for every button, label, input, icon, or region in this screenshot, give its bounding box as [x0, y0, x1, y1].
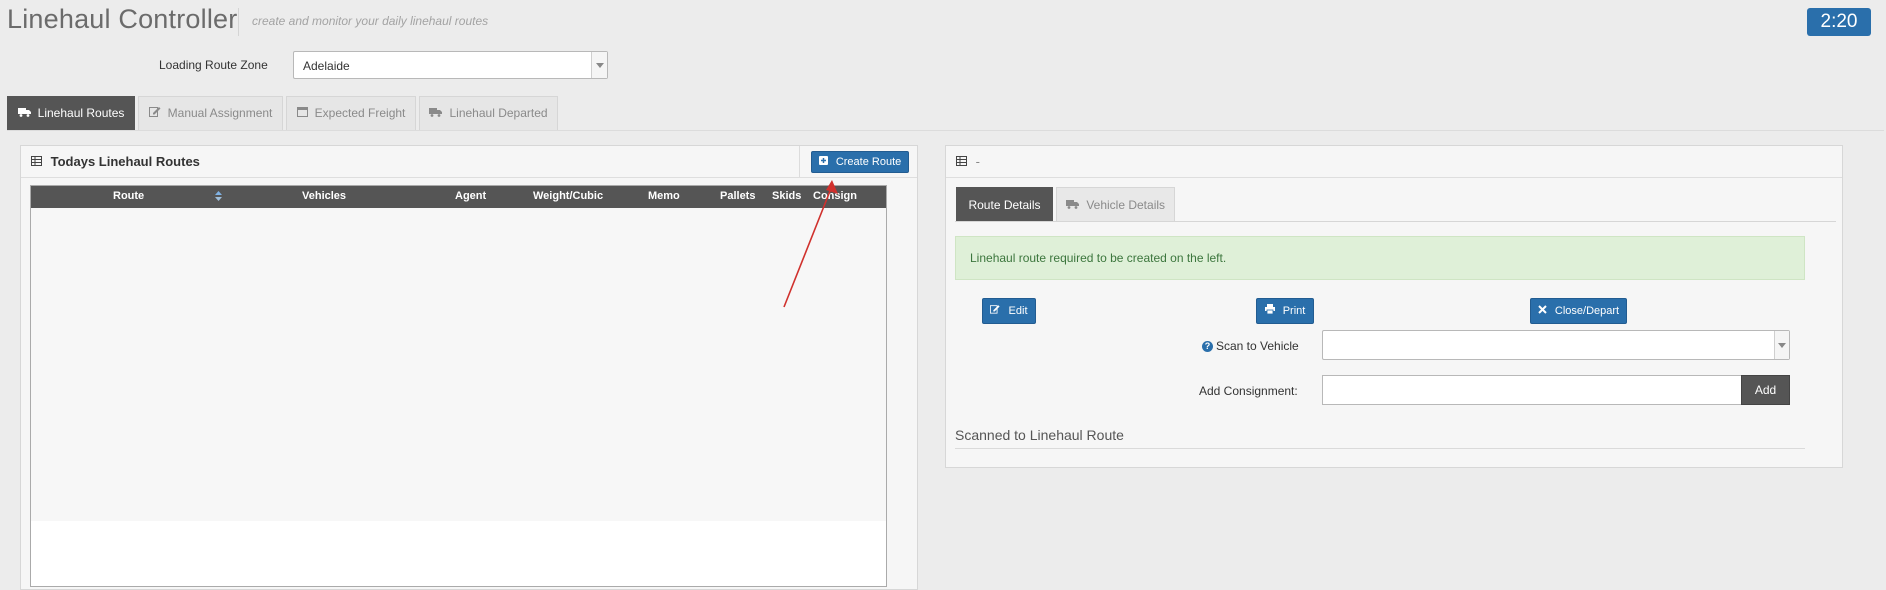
zone-label: Loading Route Zone [159, 58, 268, 72]
scan-to-vehicle-label: ? Scan to Vehicle [1202, 339, 1299, 353]
tab-label: Manual Assignment [167, 106, 273, 120]
zone-select[interactable]: Adelaide [293, 51, 608, 79]
tab-route-details[interactable]: Route Details [956, 187, 1053, 222]
chevron-down-icon [596, 63, 604, 68]
column-header-pallets[interactable]: Pallets [720, 190, 755, 202]
scan-select-arrow[interactable] [1774, 331, 1789, 359]
column-header-weight-cubic[interactable]: Weight/Cubic [533, 190, 603, 202]
close-icon [1538, 305, 1550, 317]
page-subtitle: create and monitor your daily linehaul r… [252, 14, 489, 28]
tab-vehicle-details[interactable]: Vehicle Details [1056, 187, 1175, 222]
edit-button-label: Edit [1008, 305, 1028, 317]
scanned-section-title: Scanned to Linehaul Route [955, 427, 1124, 443]
scanned-section-divider [955, 448, 1805, 449]
tab-expected-freight[interactable]: Expected Freight [286, 96, 416, 130]
truck-icon [1065, 198, 1082, 212]
route-details-panel-title: - [956, 154, 980, 169]
create-route-button[interactable]: Create Route [811, 151, 909, 173]
zone-select-arrow[interactable] [591, 52, 607, 78]
scan-label-text: Scan to Vehicle [1216, 339, 1299, 353]
column-header-vehicles[interactable]: Vehicles [302, 190, 346, 202]
tab-label: Linehaul Departed [449, 106, 548, 120]
scan-to-vehicle-select[interactable] [1322, 330, 1790, 360]
edit-icon [148, 107, 164, 120]
create-route-label: Create Route [835, 156, 902, 168]
close-depart-button[interactable]: Close/Depart [1530, 298, 1627, 324]
routes-table-header: Route Vehicles Agent Weight/Cubic Memo P… [31, 186, 886, 208]
annotation-arrow [783, 180, 838, 308]
right-tabs-divider [955, 221, 1836, 222]
add-consignment-label: Add Consignment: [1199, 384, 1298, 398]
calendar-icon [296, 107, 311, 120]
edit-button[interactable]: Edit [982, 298, 1036, 324]
column-header-agent[interactable]: Agent [455, 190, 486, 202]
truck-icon [429, 108, 445, 120]
page-title: Linehaul Controller [7, 4, 238, 34]
edit-icon [990, 305, 1003, 317]
table-icon [956, 154, 971, 169]
route-details-panel-header: - [946, 146, 1842, 178]
tab-label: Vehicle Details [1086, 198, 1166, 212]
plus-square-icon [818, 156, 831, 168]
clock-badge: 2:20 [1807, 8, 1871, 36]
truck-icon [17, 108, 34, 120]
column-header-memo[interactable]: Memo [648, 190, 680, 202]
consignment-input[interactable] [1322, 375, 1742, 405]
zone-select-value: Adelaide [303, 59, 350, 73]
help-icon[interactable]: ? [1202, 341, 1213, 352]
info-alert: Linehaul route required to be created on… [955, 236, 1805, 280]
routes-table-body [31, 208, 886, 521]
tab-linehaul-departed[interactable]: Linehaul Departed [419, 96, 558, 130]
tab-label: Linehaul Routes [37, 106, 125, 120]
routes-panel-title: Todays Linehaul Routes [31, 154, 200, 169]
close-depart-label: Close/Depart [1554, 305, 1620, 317]
tabs-divider [7, 130, 1884, 131]
sort-icon[interactable] [215, 191, 222, 204]
tab-label: Expected Freight [314, 106, 406, 120]
column-header-route[interactable]: Route [113, 190, 144, 202]
tab-linehaul-routes[interactable]: Linehaul Routes [7, 96, 135, 130]
print-button[interactable]: Print [1256, 298, 1314, 324]
routes-table: Route Vehicles Agent Weight/Cubic Memo P… [30, 185, 887, 587]
title-divider [238, 8, 239, 36]
routes-panel-title-text: Todays Linehaul Routes [50, 154, 200, 169]
table-icon [31, 154, 46, 169]
chevron-down-icon [1778, 343, 1786, 348]
print-icon [1264, 304, 1278, 317]
add-consignment-button[interactable]: Add [1741, 375, 1790, 405]
tab-manual-assignment[interactable]: Manual Assignment [138, 96, 283, 130]
route-details-panel-title-text: - [975, 154, 980, 169]
print-button-label: Print [1282, 305, 1306, 317]
